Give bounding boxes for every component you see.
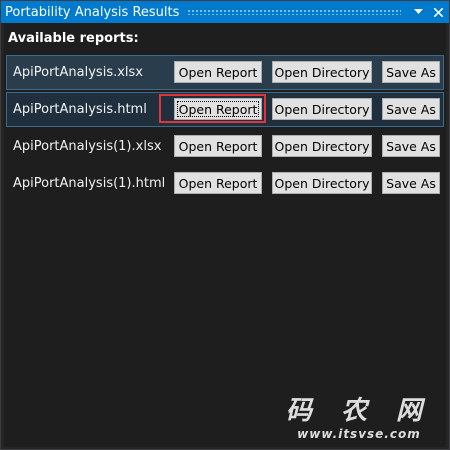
report-row[interactable]: ApiPortAnalysis.xlsx Open Report Open Di… xyxy=(6,55,444,90)
window-titlebar[interactable]: Portability Analysis Results xyxy=(1,1,449,23)
open-directory-button[interactable]: Open Directory xyxy=(272,61,372,83)
window-title: Portability Analysis Results xyxy=(5,4,180,20)
save-as-button[interactable]: Save As xyxy=(382,98,440,120)
open-directory-button[interactable]: Open Directory xyxy=(272,98,372,120)
open-directory-button[interactable]: Open Directory xyxy=(272,172,372,194)
save-as-button[interactable]: Save As xyxy=(382,172,440,194)
open-report-button[interactable]: Open Report xyxy=(174,61,262,83)
watermark-url: www.itsvse.com xyxy=(297,427,421,441)
watermark-title: 码 农 网 xyxy=(285,396,432,426)
section-header: Available reports: xyxy=(8,31,139,46)
open-report-button[interactable]: Open Report xyxy=(174,172,262,194)
report-filename: ApiPortAnalysis(1).xlsx xyxy=(13,139,162,154)
save-as-button[interactable]: Save As xyxy=(382,61,440,83)
report-row[interactable]: ApiPortAnalysis.html Open Report Open Di… xyxy=(6,92,444,127)
close-icon[interactable] xyxy=(429,3,447,21)
report-row[interactable]: ApiPortAnalysis(1).html Open Report Open… xyxy=(6,166,444,201)
save-as-button[interactable]: Save As xyxy=(382,135,440,157)
report-filename: ApiPortAnalysis.xlsx xyxy=(13,65,143,80)
results-panel: Available reports: ApiPortAnalysis.xlsx … xyxy=(4,23,446,447)
report-row[interactable]: ApiPortAnalysis(1).xlsx Open Report Open… xyxy=(6,129,444,164)
open-report-button[interactable]: Open Report xyxy=(174,98,262,120)
chevron-down-icon[interactable] xyxy=(409,3,427,21)
titlebar-grip[interactable] xyxy=(187,9,401,15)
report-list: ApiPortAnalysis.xlsx Open Report Open Di… xyxy=(6,55,444,203)
report-filename: ApiPortAnalysis.html xyxy=(13,102,147,117)
open-directory-button[interactable]: Open Directory xyxy=(272,135,372,157)
watermark: 码 农 网 www.itsvse.com xyxy=(286,390,432,441)
report-filename: ApiPortAnalysis(1).html xyxy=(13,176,166,191)
open-report-button[interactable]: Open Report xyxy=(174,135,262,157)
tool-window: Portability Analysis Results Available r… xyxy=(0,0,450,450)
